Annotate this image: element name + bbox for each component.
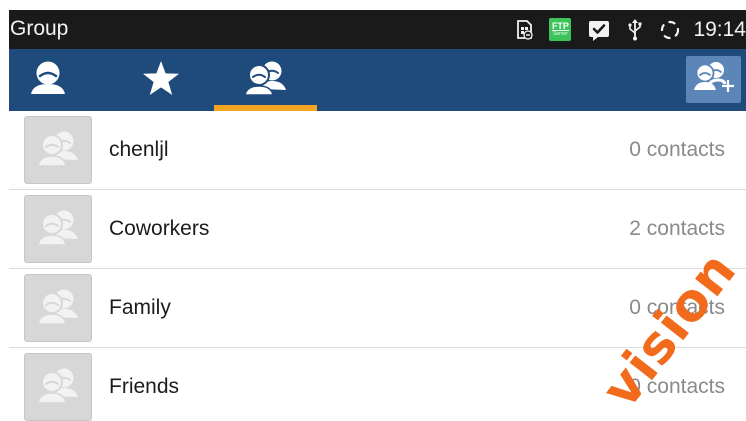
tab-bar <box>9 49 746 111</box>
ftp-label: FTP <box>551 21 569 31</box>
group-name: Friends <box>109 375 180 398</box>
group-row-family[interactable]: Family 0 contacts <box>9 269 746 348</box>
status-icons: FTP Server 19:14 <box>499 10 746 49</box>
group-avatar <box>24 116 92 184</box>
star-icon <box>142 60 180 101</box>
group-icon <box>242 60 290 101</box>
status-time: 19:14 <box>693 17 746 41</box>
ftp-server-icon: FTP Server <box>549 18 572 41</box>
group-row-friends[interactable]: Friends 0 contacts <box>9 348 746 421</box>
person-icon <box>29 60 67 101</box>
sim-card-icon <box>515 19 534 40</box>
usb-icon <box>627 18 643 41</box>
group-row-chenljl[interactable]: chenljl 0 contacts <box>9 111 746 190</box>
status-title: Group <box>10 17 69 40</box>
group-contact-count: 0 contacts <box>629 375 725 398</box>
ftp-sublabel: Server <box>553 31 568 37</box>
group-avatar-icon <box>35 207 81 252</box>
group-contact-count: 2 contacts <box>629 217 725 240</box>
status-bar: Group FTP Server 19:14 <box>9 10 746 49</box>
group-avatar <box>24 195 92 263</box>
group-screen: Group FTP Server 19:14 chenljl 0 contact… <box>9 10 746 421</box>
add-group-button[interactable] <box>686 56 741 103</box>
group-name: Coworkers <box>109 217 210 240</box>
group-avatar <box>24 274 92 342</box>
message-check-icon <box>587 18 611 42</box>
group-avatar-icon <box>35 286 81 331</box>
group-avatar <box>24 353 92 421</box>
group-contact-count: 0 contacts <box>629 138 725 161</box>
group-list: chenljl 0 contacts Coworkers 2 contacts <box>9 111 746 421</box>
group-name: chenljl <box>109 138 169 161</box>
group-avatar-icon <box>35 365 81 410</box>
tab-groups[interactable] <box>214 49 317 111</box>
group-contact-count: 0 contacts <box>629 296 725 319</box>
group-name: Family <box>109 296 171 319</box>
add-group-icon <box>692 59 736 100</box>
group-row-coworkers[interactable]: Coworkers 2 contacts <box>9 190 746 269</box>
tab-favorites[interactable] <box>127 49 195 111</box>
tab-contacts[interactable] <box>14 49 82 111</box>
sync-icon <box>659 19 681 41</box>
group-avatar-icon <box>35 128 81 173</box>
